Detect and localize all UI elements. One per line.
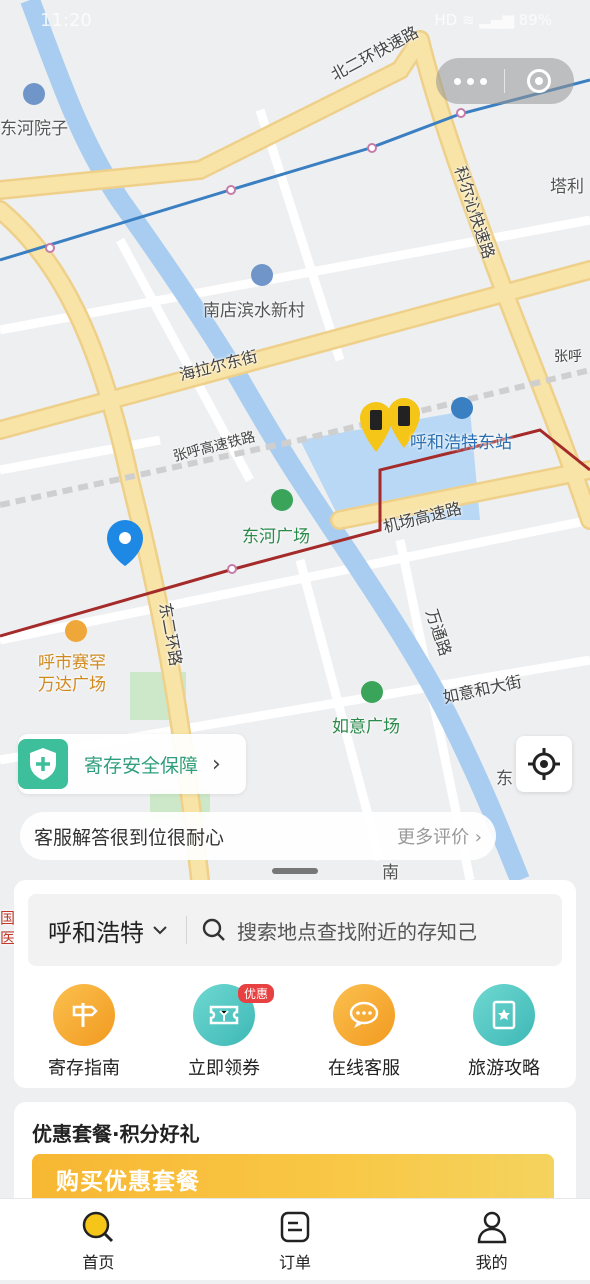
safety-label: 寄存安全保障 bbox=[84, 754, 199, 777]
storage-safety-banner[interactable]: 寄存安全保障 › bbox=[18, 734, 246, 794]
quick-action-online-service[interactable]: 在线客服 bbox=[304, 984, 424, 1080]
map-label: 张呼 bbox=[554, 349, 582, 365]
search-icon bbox=[202, 918, 225, 941]
chevron-down-icon[interactable] bbox=[152, 922, 168, 938]
map-label: 呼市赛罕 万达广场 bbox=[38, 653, 106, 695]
tab-label: 我的 bbox=[475, 1253, 508, 1272]
drag-handle[interactable] bbox=[272, 868, 318, 874]
chat-icon bbox=[333, 984, 395, 1046]
quick-action-label: 在线客服 bbox=[328, 1058, 400, 1079]
tab-label: 订单 bbox=[279, 1253, 312, 1272]
crosshair-icon bbox=[528, 748, 560, 780]
close-target-icon bbox=[527, 69, 551, 93]
city-selector[interactable]: 呼和浩特 bbox=[48, 913, 144, 948]
map-label: 呼和浩特东站 bbox=[410, 433, 512, 453]
status-bar: 11:20 HD ≋ ▂▄▆ 89% bbox=[0, 0, 590, 44]
quick-action-label: 寄存指南 bbox=[48, 1058, 120, 1079]
quick-action-storage-guide[interactable]: 寄存指南 bbox=[24, 984, 144, 1080]
signpost-icon bbox=[53, 984, 115, 1046]
close-miniprogram-button[interactable] bbox=[505, 69, 573, 93]
bottom-sheet: 呼和浩特 搜索地点查找附近的存知己 寄存指南 优惠 立即领券 在线客服 旅游攻略… bbox=[0, 862, 590, 1222]
search-bar: 呼和浩特 搜索地点查找附近的存知己 bbox=[28, 894, 562, 966]
search-card: 呼和浩特 搜索地点查找附近的存知己 寄存指南 优惠 立即领券 在线客服 旅游攻略 bbox=[14, 880, 576, 1088]
tab-bar: 首页 订单 我的 bbox=[0, 1198, 590, 1280]
quick-action-coupon[interactable]: 优惠 立即领券 bbox=[164, 984, 284, 1080]
home-search-icon bbox=[83, 1211, 114, 1243]
tab-label: 首页 bbox=[82, 1253, 115, 1272]
tab-home[interactable]: 首页 bbox=[0, 1199, 197, 1280]
more-options-button[interactable] bbox=[436, 77, 504, 85]
map-label: 东河广场 bbox=[242, 527, 310, 547]
map-label: 塔利 bbox=[550, 177, 584, 197]
search-input[interactable]: 搜索地点查找附近的存知己 bbox=[237, 916, 477, 945]
discount-badge: 优惠 bbox=[238, 984, 275, 1003]
quick-action-label: 旅游攻略 bbox=[468, 1058, 540, 1079]
tab-orders[interactable]: 订单 bbox=[197, 1199, 394, 1280]
profile-icon bbox=[477, 1211, 506, 1244]
review-strip[interactable]: 客服解答很到位很耐心 更多评价 › bbox=[20, 812, 496, 860]
map-label: 东河院子 bbox=[0, 119, 68, 139]
quick-action-travel-guide[interactable]: 旅游攻略 bbox=[444, 984, 564, 1080]
map-label: 东 bbox=[496, 769, 513, 789]
shield-plus-icon bbox=[18, 739, 68, 789]
promo-title: 优惠套餐·积分好礼 bbox=[32, 1122, 200, 1146]
promo-banner-text: 购买优惠套餐 bbox=[56, 1169, 200, 1195]
miniprogram-capsule bbox=[436, 58, 574, 104]
locate-me-button[interactable] bbox=[516, 736, 572, 792]
chevron-right-icon: › bbox=[212, 751, 221, 777]
status-icons: HD ≋ ▂▄▆ 89% bbox=[434, 11, 552, 29]
map-label: 如意广场 bbox=[332, 717, 400, 737]
review-text: 客服解答很到位很耐心 bbox=[34, 826, 225, 849]
map-label: 南店滨水新村 bbox=[203, 301, 305, 321]
order-icon bbox=[280, 1211, 310, 1243]
quick-action-label: 立即领券 bbox=[188, 1058, 260, 1079]
tab-profile[interactable]: 我的 bbox=[393, 1199, 590, 1280]
more-reviews-link[interactable]: 更多评价 › bbox=[397, 823, 482, 849]
status-time: 11:20 bbox=[40, 10, 92, 31]
more-reviews-label: 更多评价 bbox=[397, 827, 470, 848]
guidebook-icon bbox=[473, 984, 535, 1046]
search-divider bbox=[186, 916, 187, 944]
